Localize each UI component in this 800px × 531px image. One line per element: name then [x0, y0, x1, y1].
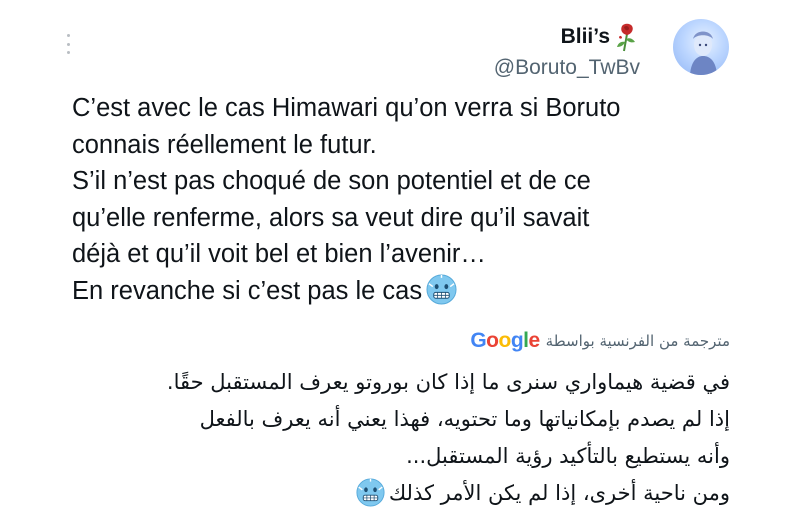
tweet-text-line: déjà et qu’il voit bel et bien l’avenir…: [72, 240, 486, 268]
tweet-text-line: qu’elle renferme, alors sa veut dire qu’…: [72, 203, 590, 232]
translated-text-line: إذا لم يصدم بإمكانياتها وما تحتويه، فهذا…: [199, 407, 730, 431]
cold-face-icon: [356, 478, 385, 507]
translated-by-label: مترجمة من الفرنسية بواسطة: [545, 332, 730, 350]
translated-text-line: وأنه يستطيع بالتأكيد رؤية المستقبل...: [406, 444, 730, 468]
author-handle[interactable]: @Boruto_TwBv: [494, 56, 640, 80]
translation-attribution[interactable]: مترجمة من الفرنسية بواسطة Google: [470, 329, 730, 353]
cold-face-icon: [426, 273, 457, 305]
google-logo: Google: [470, 329, 540, 352]
tweet-text-line-last: En revanche si c’est pas le cas: [72, 273, 772, 310]
translated-text: في قضية هيماواري سنرى ما إذا كان بوروتو …: [30, 364, 730, 512]
tweet-text-line: C’est avec le cas Himawari qu’on verra s…: [72, 94, 621, 122]
display-name-link[interactable]: Blii’s: [494, 22, 640, 52]
avatar-icon: [690, 31, 717, 75]
tweet-text-line: S’il n’est pas choqué de son potentiel e…: [72, 167, 591, 195]
tweet-text-line: En revanche si c’est pas le cas: [72, 276, 423, 305]
translated-text-line: ومن ناحية أخرى، إذا لم يكن الأمر كذلك: [388, 481, 730, 505]
tweet-text: C’est avec le cas Himawari qu’on verra s…: [72, 90, 772, 309]
wilted-rose-icon: [617, 23, 635, 52]
display-name: Blii’s: [560, 25, 610, 48]
tweet-text-line: connais réellement le futur.: [72, 130, 377, 159]
more-options-button[interactable]: [62, 34, 74, 54]
translated-text-line-last: ومن ناحية أخرى، إذا لم يكن الأمر كذلك: [30, 475, 730, 512]
avatar[interactable]: [673, 19, 729, 75]
translated-text-line: في قضية هيماواري سنرى ما إذا كان بوروتو …: [166, 370, 730, 394]
tweet-author: Blii’s @Boruto_TwBv: [494, 22, 640, 80]
